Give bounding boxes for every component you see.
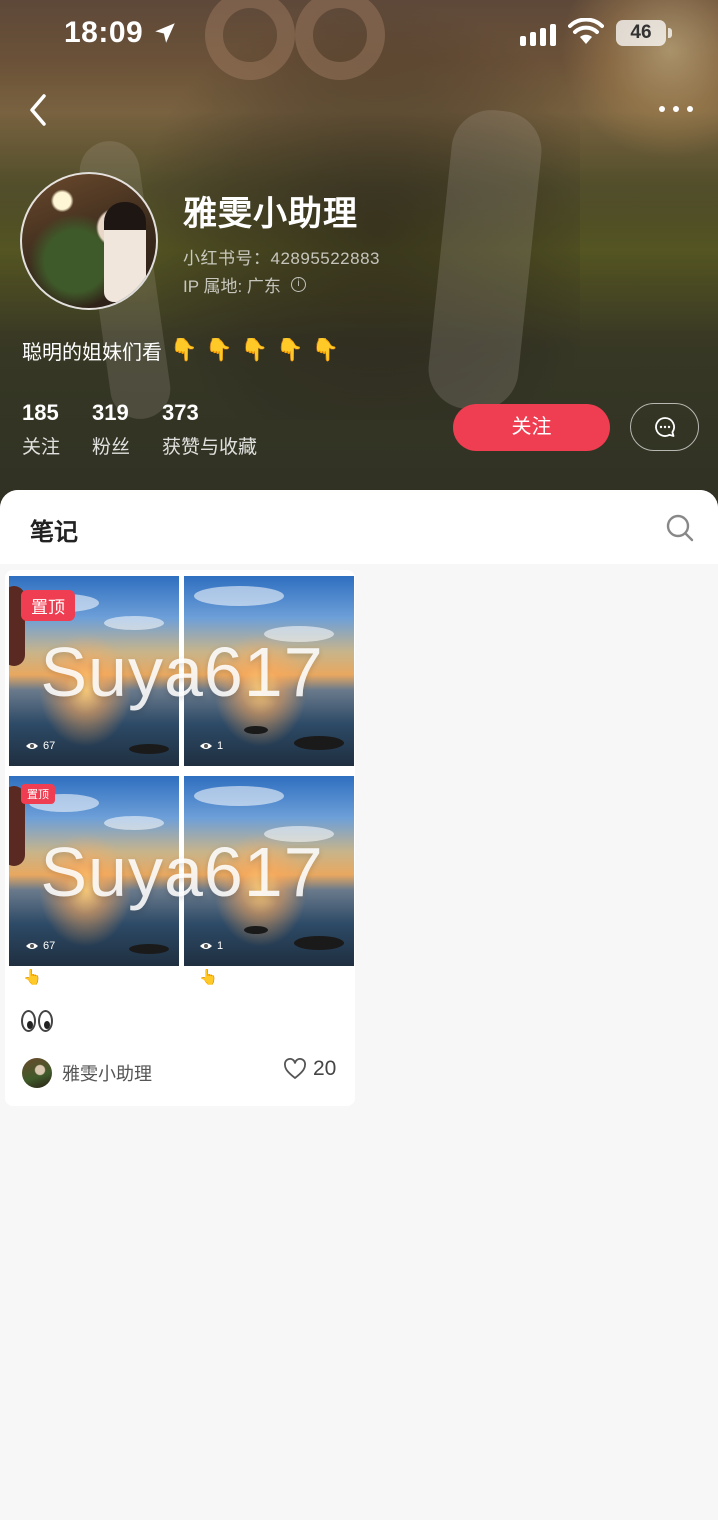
- status-time: 18:09: [64, 16, 144, 49]
- avatar-person: [104, 202, 146, 302]
- wifi-icon: [568, 18, 604, 44]
- bio-emoji: 👇: [240, 338, 269, 363]
- note-title-emoji: [21, 1010, 53, 1032]
- chat-button[interactable]: [630, 403, 699, 451]
- info-icon[interactable]: i: [290, 277, 306, 292]
- back-icon[interactable]: [22, 88, 56, 132]
- eyes-emoji-icon: [21, 1010, 36, 1032]
- stat-likes-collects[interactable]: 373 获赞与收藏: [162, 400, 257, 459]
- view-count-value: 1: [217, 740, 224, 752]
- eye-icon: [200, 943, 212, 949]
- stat-label: 关注: [22, 437, 61, 458]
- profile-stats: 185 关注 319 粉丝 373 获赞与收藏: [22, 400, 289, 459]
- profile-ip-location: IP 属地: 广东 i: [183, 272, 306, 297]
- watermark-text: Suya617: [40, 833, 324, 911]
- signal-icon: [520, 22, 556, 46]
- note-cover: Suya617 Suya617 置顶 置顶 67 1 67 1: [9, 576, 355, 968]
- like-button[interactable]: 20: [283, 1057, 336, 1081]
- view-count: 1: [199, 740, 223, 752]
- view-count-value: 67: [43, 740, 56, 752]
- search-icon[interactable]: [664, 512, 696, 544]
- stat-value: 319: [92, 400, 129, 425]
- bio-emoji: 👇: [170, 338, 198, 363]
- pinned-badge: 置顶: [21, 784, 55, 804]
- tab-notes[interactable]: 笔记: [30, 512, 78, 547]
- avatar[interactable]: [20, 172, 158, 310]
- stat-label: 获赞与收藏: [162, 437, 258, 458]
- chat-icon: [654, 417, 675, 437]
- bio-emoji: 👇: [276, 338, 304, 363]
- tab-bar: 笔记: [0, 490, 718, 564]
- cover-pointing-hands: 👆 👆: [9, 968, 355, 990]
- status-bar: 18:09 46: [0, 0, 718, 68]
- location-arrow-icon: [155, 23, 175, 43]
- eye-icon: [200, 743, 212, 749]
- view-count: 67: [25, 940, 55, 952]
- like-count: 20: [313, 1057, 337, 1080]
- note-author[interactable]: 雅雯小助理: [22, 1058, 152, 1088]
- more-icon[interactable]: [652, 94, 700, 124]
- profile-header: 18:09 46 雅雯小助理 小红书号：42895522883 IP 属地: 广…: [0, 0, 718, 510]
- pinned-badge: 置顶: [21, 590, 75, 621]
- view-count-value: 1: [217, 940, 224, 952]
- notes-section: 笔记 Suya617 Suya617 置顶 置顶 67 1 67 1 👆 👆 雅…: [0, 490, 718, 1520]
- author-avatar: [22, 1058, 52, 1088]
- note-card[interactable]: Suya617 Suya617 置顶 置顶 67 1 67 1 👆 👆 雅雯小助…: [5, 570, 355, 1106]
- profile-id[interactable]: 小红书号：42895522883: [183, 244, 380, 269]
- stat-value: 185: [22, 400, 59, 425]
- stat-value: 373: [162, 400, 199, 425]
- battery-tip: [668, 28, 672, 38]
- view-count-value: 67: [43, 940, 56, 952]
- view-count: 1: [199, 940, 223, 952]
- ip-location-label: IP 属地: 广东: [183, 277, 281, 296]
- view-count: 67: [25, 740, 55, 752]
- battery-icon: 46: [616, 20, 666, 46]
- watermark-text: Suya617: [40, 633, 324, 711]
- stat-following[interactable]: 185 关注: [22, 400, 60, 459]
- follow-button[interactable]: 关注: [453, 404, 610, 451]
- stat-label: 粉丝: [92, 437, 131, 458]
- author-name: 雅雯小助理: [62, 1064, 152, 1084]
- profile-name: 雅雯小助理: [183, 195, 358, 233]
- bio-emoji: 👇: [205, 338, 233, 363]
- bio-emoji: 👇: [311, 338, 340, 363]
- profile-bio: 聪明的姐妹们看 👇 👇 👇 👇 👇: [22, 336, 339, 365]
- pointing-hand-icon: 👆: [199, 969, 218, 986]
- heart-icon: [284, 1058, 306, 1079]
- pointing-hand-icon: 👆: [23, 969, 42, 986]
- eyes-emoji-icon: [38, 1010, 53, 1032]
- eye-icon: [26, 743, 38, 749]
- eye-icon: [26, 943, 38, 949]
- stat-followers[interactable]: 319 粉丝: [92, 400, 130, 459]
- bio-text: 聪明的姐妹们看: [22, 342, 162, 364]
